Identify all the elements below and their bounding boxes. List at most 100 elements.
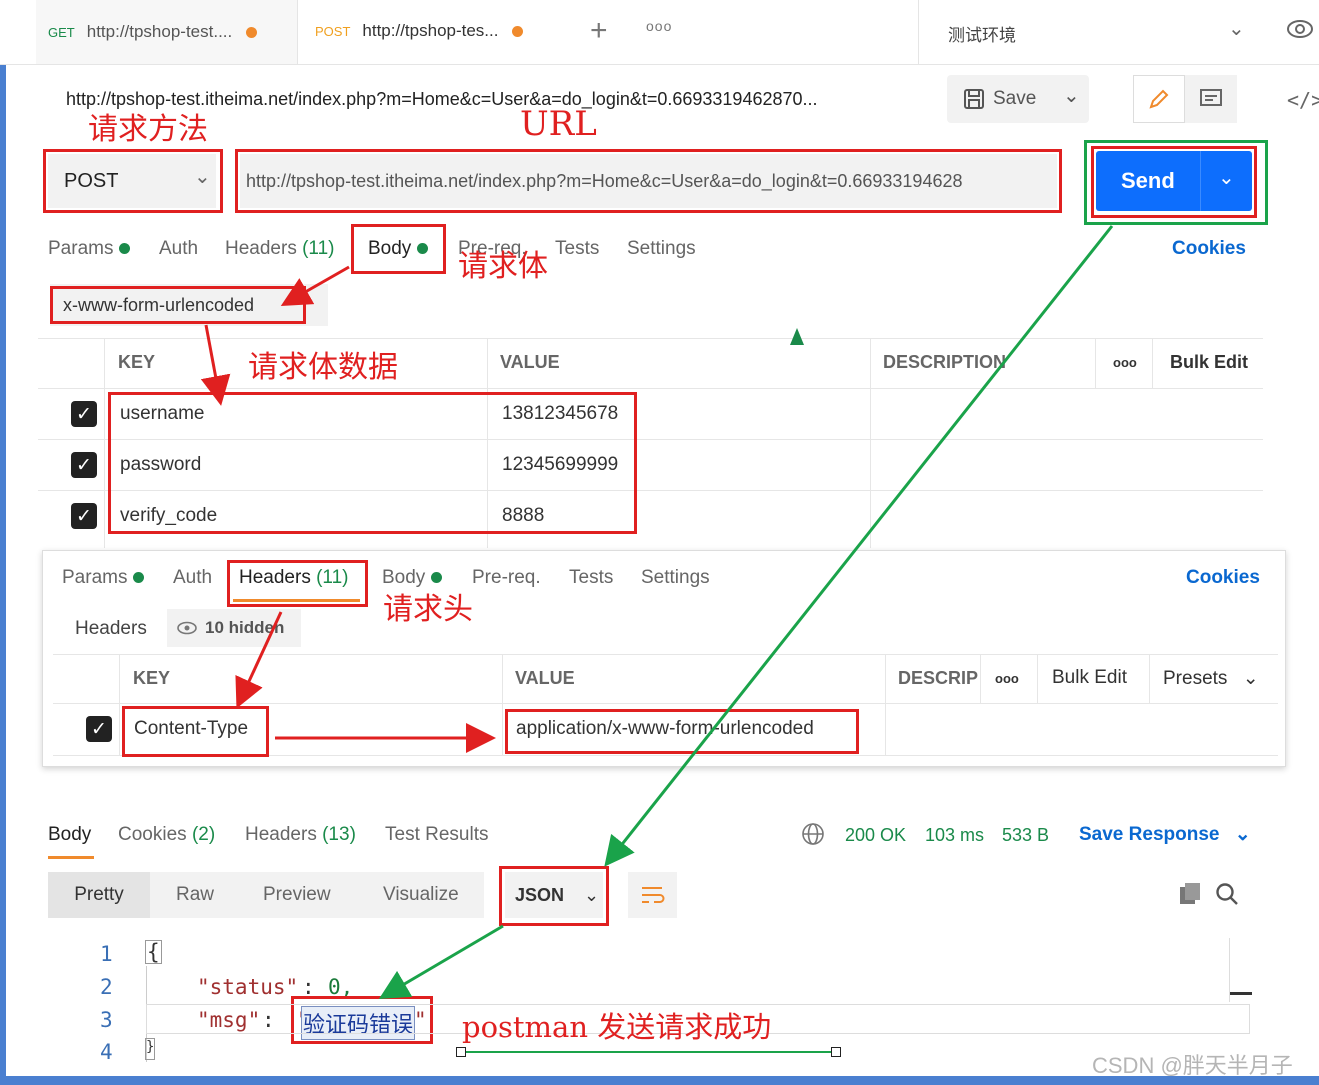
view-pretty[interactable]: Pretty (48, 872, 150, 918)
unsaved-dot-icon (512, 25, 524, 37)
response-size[interactable]: 533 B (1002, 825, 1049, 846)
request-tab-post[interactable]: POST http://tpshop-tes... (303, 0, 569, 62)
save-chevron-down-icon[interactable]: ⌄ (1063, 83, 1080, 108)
response-time[interactable]: 103 ms (925, 825, 984, 846)
header-key[interactable]: Content-Type (134, 718, 248, 740)
annotation-underline (461, 1051, 836, 1053)
body-key-verify-code[interactable]: verify_code (120, 505, 217, 527)
edit-pencil-icon[interactable] (1133, 75, 1185, 123)
editor-scrollbar-thumb[interactable] (1230, 992, 1252, 995)
tab-headers[interactable]: Headers (11) (225, 238, 335, 260)
save-button[interactable]: Save ⌄ (947, 75, 1089, 123)
row-checkbox[interactable]: ✓ (71, 452, 97, 478)
params-dot-icon (119, 243, 131, 255)
search-icon[interactable] (1215, 882, 1239, 911)
format-chevron-down-icon: ⌄ (584, 884, 600, 905)
cookies-link[interactable]: Cookies (1172, 238, 1246, 260)
tab-tests[interactable]: Tests (555, 238, 599, 260)
environment-select[interactable]: 测试环境 (948, 21, 1016, 46)
response-body-underline (48, 856, 94, 859)
annotation-body-data: 请求体数据 (248, 350, 398, 385)
body-value-username[interactable]: 13812345678 (502, 403, 618, 425)
request-tab-get[interactable]: GET http://tpshop-test.... (36, 0, 298, 64)
tab-body-label: Body (368, 238, 412, 259)
bulk-edit-button[interactable]: Bulk Edit (1170, 352, 1248, 373)
tab-tests[interactable]: Tests (569, 567, 613, 589)
json-close-brace: } (145, 1038, 156, 1060)
wrap-lines-icon[interactable] (628, 872, 677, 918)
environment-chevron-down-icon[interactable]: ⌄ (1228, 16, 1245, 41)
body-value-verify-code[interactable]: 8888 (502, 505, 544, 527)
response-tab-headers[interactable]: Headers (13) (245, 824, 356, 846)
annotation-success: postman 发送请求成功 (462, 1010, 772, 1044)
header-value[interactable]: application/x-www-form-urlencoded (516, 718, 814, 740)
headers-col-sep4 (980, 654, 981, 703)
body-table-header-line2 (38, 388, 1263, 389)
view-preview[interactable]: Preview (263, 884, 331, 906)
tab-params[interactable]: Params (48, 238, 131, 260)
comments-icon[interactable] (1185, 75, 1237, 123)
env-quick-look-eye-icon[interactable] (1286, 18, 1314, 45)
annotation-underline-handle-right (831, 1047, 841, 1057)
response-tab-body[interactable]: Body (48, 824, 91, 846)
response-tab-test-results[interactable]: Test Results (385, 824, 488, 846)
status-code[interactable]: 200 OK (845, 825, 906, 846)
view-mode-group: Pretty Raw Preview Visualize (48, 872, 484, 918)
headers-col-sep1 (119, 654, 120, 755)
save-label: Save (993, 88, 1037, 109)
tab-body[interactable]: Body (368, 238, 429, 260)
send-button[interactable]: Send ⌄ (1096, 151, 1252, 211)
body-value-password[interactable]: 12345699999 (502, 454, 618, 476)
row-checkbox[interactable]: ✓ (71, 401, 97, 427)
row-checkbox[interactable]: ✓ (71, 503, 97, 529)
tab-settings[interactable]: Settings (641, 567, 710, 589)
col-key-header: KEY (118, 352, 156, 372)
annotation-headers: 请求头 (383, 592, 473, 627)
send-label: Send (1121, 168, 1175, 193)
tab-params[interactable]: Params (62, 567, 145, 589)
code-snippet-icon[interactable]: </> (1287, 88, 1319, 112)
more-tabs-icon[interactable]: ooo (646, 18, 672, 34)
headers-more-options-icon[interactable]: ooo (995, 671, 1019, 686)
headers-col-key: KEY (133, 668, 171, 688)
headers-col-sep3 (885, 654, 886, 755)
header-row-checkbox[interactable]: ✓ (86, 716, 112, 742)
view-visualize[interactable]: Visualize (383, 884, 459, 906)
copy-icon[interactable] (1178, 882, 1202, 911)
tab-method: POST (315, 23, 351, 39)
tab-headers-active[interactable]: Headers (11) (239, 567, 349, 589)
tab-auth[interactable]: Auth (173, 567, 212, 589)
table-more-options-icon[interactable]: ooo (1113, 355, 1137, 370)
format-select[interactable]: JSON ⌄ (505, 872, 603, 918)
tab-auth[interactable]: Auth (159, 238, 198, 260)
tab-headers-count: (11) (316, 567, 349, 588)
env-divider (918, 0, 919, 64)
tab-params-label: Params (48, 238, 114, 259)
save-floppy-icon (964, 89, 984, 109)
new-tab-plus-icon[interactable]: + (590, 14, 608, 48)
body-table-col-sep5 (1152, 338, 1153, 388)
globe-icon[interactable] (801, 822, 825, 851)
json-status-key: "status" (197, 975, 299, 999)
body-key-password[interactable]: password (120, 454, 201, 476)
headers-bulk-edit-button[interactable]: Bulk Edit (1052, 667, 1127, 689)
col-description-header: DESCRIPTION (883, 352, 1007, 372)
watermark: CSDN @胖天半月子 (1092, 1053, 1293, 1078)
body-key-username[interactable]: username (120, 403, 205, 425)
tab-prereq[interactable]: Pre-req. (472, 567, 541, 589)
save-response-button[interactable]: Save Response ⌄ (1079, 823, 1251, 846)
method-select[interactable]: POST ⌄ (48, 154, 216, 208)
tab-settings[interactable]: Settings (627, 238, 696, 260)
response-cookies-label: Cookies (118, 824, 187, 845)
response-headers-count: (13) (322, 824, 356, 845)
response-tab-cookies[interactable]: Cookies (2) (118, 824, 215, 846)
send-chevron-down-icon[interactable]: ⌄ (1218, 165, 1235, 190)
body-type-select[interactable]: x-www-form-urlencoded (63, 295, 254, 316)
url-input[interactable]: http://tpshop-test.itheima.net/index.php… (240, 154, 1057, 208)
view-raw[interactable]: Raw (176, 884, 214, 906)
cookies-link[interactable]: Cookies (1186, 567, 1260, 589)
presets-dropdown[interactable]: Presets ⌄ (1163, 667, 1259, 690)
body-table-col-sep3 (870, 338, 871, 548)
body-dot-icon (431, 572, 443, 584)
hidden-headers-toggle[interactable]: 10 hidden (167, 609, 301, 647)
